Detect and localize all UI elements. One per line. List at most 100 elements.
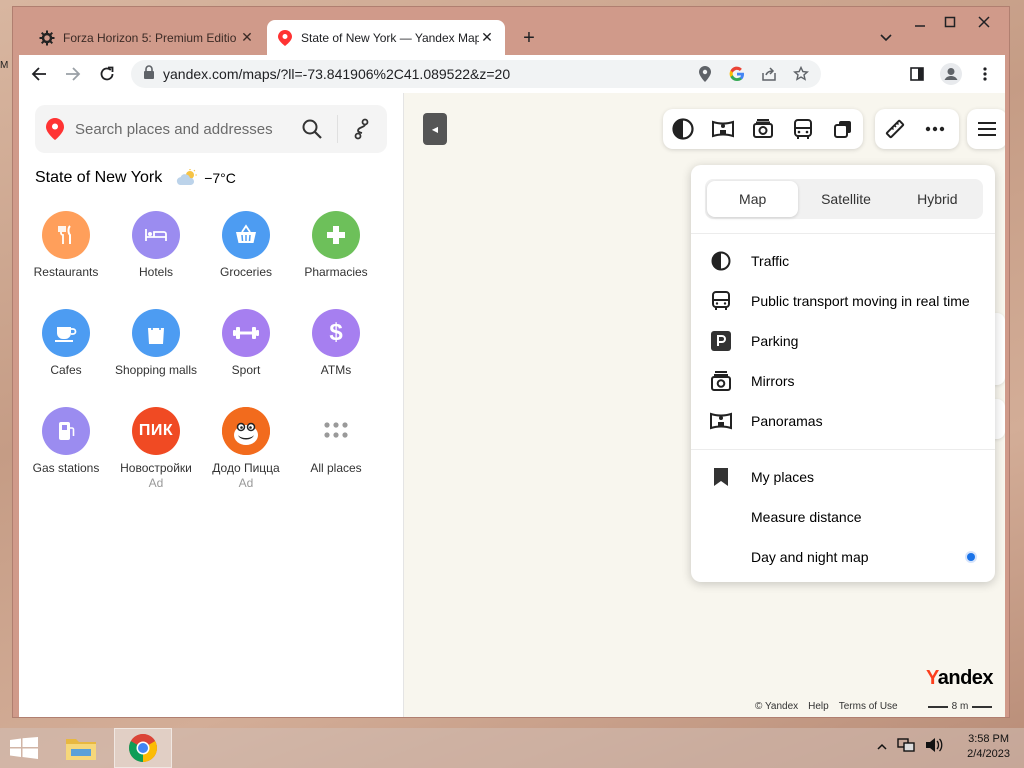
popup-divider [691, 233, 995, 234]
yandex-logo[interactable]: Yandex [926, 667, 994, 690]
google-translate-icon[interactable] [727, 64, 747, 84]
search-input[interactable] [75, 120, 295, 138]
layer-label: Mirrors [751, 373, 795, 389]
category-label: Новостройки [120, 461, 192, 475]
maximize-button[interactable] [935, 11, 965, 33]
category-gas-stations[interactable]: Gas stations [21, 407, 111, 475]
file-explorer-icon[interactable] [56, 728, 106, 768]
help-link[interactable]: Help [808, 701, 829, 712]
scale-label: 8 m [951, 701, 969, 712]
chrome-taskbar-icon[interactable] [114, 728, 172, 768]
mode-satellite[interactable]: Satellite [800, 179, 891, 219]
back-button[interactable] [25, 60, 53, 88]
tab-close-icon[interactable]: ✕ [479, 29, 495, 46]
transit-layer-button[interactable] [783, 109, 823, 149]
bookmark-star-icon[interactable] [791, 64, 811, 84]
address-bar[interactable]: yandex.com/maps/?ll=-73.841906%2C41.0895… [131, 60, 821, 88]
windows-start-icon[interactable] [4, 728, 44, 768]
tab-close-icon[interactable]: ✕ [239, 29, 255, 46]
category-label: ATMs [320, 363, 352, 377]
category-restaurants[interactable]: Restaurants [21, 211, 111, 279]
cloud-sun-icon [176, 169, 200, 187]
url-text[interactable]: yandex.com/maps/?ll=-73.841906%2C41.0895… [163, 66, 510, 82]
layer-mirrors[interactable]: Mirrors [709, 365, 979, 397]
close-window-button[interactable] [969, 11, 999, 33]
show-hidden-icons-chevron[interactable] [877, 738, 887, 756]
traffic-icon [709, 249, 733, 273]
category-sport[interactable]: Sport [201, 309, 291, 377]
category-atms[interactable]: $ ATMs [291, 309, 381, 377]
tab-title: State of New York — Yandex Map [301, 30, 479, 45]
tab-yandex-maps[interactable]: State of New York — Yandex Map ✕ [267, 20, 505, 55]
camera-layer-button[interactable] [743, 109, 783, 149]
collapse-panel-button[interactable]: ◀ [423, 113, 447, 145]
location-icon[interactable] [695, 64, 715, 84]
category-dodo-ad[interactable]: Додо Пицца Ad [201, 407, 291, 490]
dodo-logo [222, 407, 270, 455]
browser-window: Forza Horizon 5: Premium Editio ✕ State … [12, 6, 1010, 718]
layer-label: Parking [751, 333, 799, 349]
steam-gear-icon [39, 30, 55, 46]
lock-icon[interactable] [143, 64, 155, 84]
category-cafes[interactable]: Cafes [21, 309, 111, 377]
tab-search-chevron-icon[interactable] [875, 27, 897, 49]
layer-parking[interactable]: Parking [709, 325, 979, 357]
my-places-item[interactable]: My places [709, 461, 979, 493]
terms-link[interactable]: Terms of Use [839, 701, 898, 712]
region-name[interactable]: State of New York [35, 169, 162, 187]
category-all-places[interactable]: All places [291, 407, 381, 475]
taskbar: 3:58 PM 2/4/2023 [0, 728, 1024, 768]
volume-icon[interactable] [925, 737, 943, 758]
new-tab-button[interactable]: + [517, 26, 541, 50]
category-label: Додо Пицца [212, 461, 280, 475]
network-icon[interactable] [897, 737, 915, 758]
layer-panoramas[interactable]: Panoramas [709, 405, 979, 437]
category-hotels[interactable]: Hotels [111, 211, 201, 279]
mode-map[interactable]: Map [707, 181, 799, 217]
weather[interactable]: −7°C [176, 169, 236, 187]
layers-button[interactable] [823, 109, 863, 149]
category-label: Pharmacies [304, 265, 368, 279]
layer-public-transport[interactable]: Public transport moving in real time [709, 285, 979, 317]
category-pik-ad[interactable]: ПИК Новостройки Ad [111, 407, 201, 490]
profile-avatar-icon[interactable] [939, 60, 963, 88]
side-panel-icon[interactable] [905, 60, 929, 88]
layer-traffic[interactable]: Traffic [709, 245, 979, 277]
hamburger-menu-icon[interactable] [967, 109, 1005, 149]
day-night-map-item[interactable]: Day and night map [709, 541, 999, 573]
cup-icon [42, 309, 90, 357]
map-footer: © Yandex Help Terms of Use 8 m [755, 701, 993, 712]
traffic-layer-button[interactable] [663, 109, 703, 149]
region-header: State of New York −7°C [35, 169, 236, 187]
route-icon[interactable] [347, 114, 377, 144]
desktop-edge-text: M [0, 60, 9, 71]
tab-forza[interactable]: Forza Horizon 5: Premium Editio ✕ [29, 20, 265, 55]
search-icon[interactable] [297, 114, 327, 144]
more-options-icon[interactable] [915, 109, 955, 149]
category-pharmacies[interactable]: Pharmacies [291, 211, 381, 279]
forward-button[interactable] [59, 60, 87, 88]
category-label: Gas stations [32, 461, 100, 475]
panorama-layer-button[interactable] [703, 109, 743, 149]
search-divider [337, 115, 338, 143]
menu-controls [967, 109, 1005, 149]
camera-icon [709, 369, 733, 393]
reload-button[interactable] [93, 60, 121, 88]
mode-hybrid[interactable]: Hybrid [892, 179, 983, 219]
parking-icon [709, 329, 733, 353]
layers-popup: Map Satellite Hybrid Traffic Public tran… [691, 165, 995, 582]
copyright-link[interactable]: © Yandex [755, 701, 798, 712]
ruler-icon[interactable] [875, 109, 915, 149]
selected-radio-dot[interactable] [967, 553, 975, 561]
clock[interactable]: 3:58 PM 2/4/2023 [967, 732, 1010, 762]
kebab-menu-icon[interactable] [973, 60, 997, 88]
minimize-button[interactable] [905, 11, 935, 33]
cross-icon [312, 211, 360, 259]
system-tray: 3:58 PM 2/4/2023 [877, 732, 1010, 762]
share-icon[interactable] [759, 64, 779, 84]
category-shopping-malls[interactable]: Shopping malls [111, 309, 201, 377]
measure-distance-item[interactable]: Measure distance [709, 501, 979, 533]
category-groceries[interactable]: Groceries [201, 211, 291, 279]
dumbbell-icon [222, 309, 270, 357]
browser-toolbar: yandex.com/maps/?ll=-73.841906%2C41.0895… [19, 55, 1005, 93]
